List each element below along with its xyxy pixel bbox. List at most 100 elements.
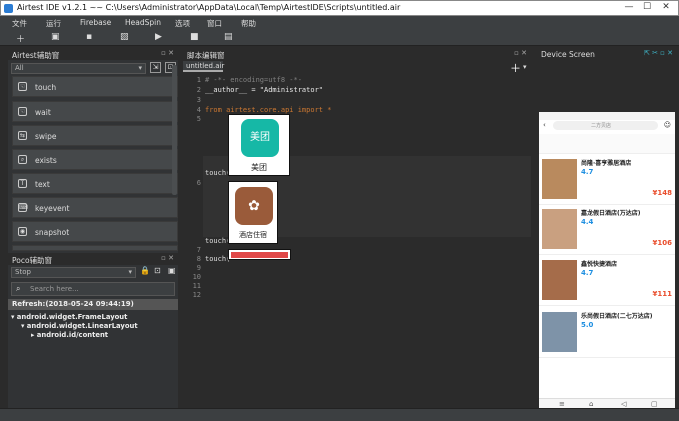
refresh-label: Refresh:(2018-05-24 09:44:19) [12, 300, 134, 308]
inspect-icon[interactable]: ▣ [168, 266, 176, 275]
image-thumbnail-meituan[interactable]: 美团 美团 [228, 114, 290, 176]
action-exists-button[interactable]: ⌕ exists [12, 149, 178, 170]
script-editor-panel: 脚本编辑窗 ▫ ✕ untitled.air ＋ ▾ 1 2 3 4 5 6 7… [183, 48, 531, 408]
phone-screen[interactable]: ‹ 二方贝店 ☺ 尚隆·喜亨雅居酒店 4.7 ¥148 嘉龙假日酒店(万达店) … [539, 112, 675, 410]
menu-window[interactable]: 窗口 [207, 18, 222, 29]
menu-headspin[interactable]: HeadSpin [125, 18, 161, 27]
search-icon: ⌕ [16, 284, 21, 293]
run-icon[interactable]: ▶ [155, 32, 162, 42]
log-icon[interactable]: ▤ [224, 32, 233, 42]
home-icon[interactable]: ⌂ [589, 400, 593, 408]
hand-icon: ☜ [18, 107, 27, 116]
editor-panel-header: 脚本编辑窗 ▫ ✕ [183, 48, 531, 60]
line-number: 1 [196, 76, 201, 84]
hotel-score: 5.0 [581, 321, 594, 329]
save-icon[interactable]: ▪ [86, 32, 92, 42]
action-filter-select[interactable]: All ▾ [11, 63, 146, 74]
phone-filter-bar[interactable] [539, 134, 675, 154]
hotel-photo [542, 209, 577, 249]
menu-bar: 文件 运行 Firebase HeadSpin 选项 窗口 帮助 [0, 16, 679, 30]
menu-help[interactable]: 帮助 [241, 18, 256, 29]
hotel-name: 尚隆·喜亨雅居酒店 [581, 160, 632, 167]
hotel-score: 4.7 [581, 168, 594, 176]
poco-panel-title: Poco辅助窗 [12, 256, 53, 265]
line-number: 3 [196, 96, 201, 104]
user-icon[interactable]: ☺ [664, 121, 671, 129]
panel-controls-icon[interactable]: ▫ ✕ [161, 254, 174, 262]
menu-icon[interactable]: ≡ [559, 400, 565, 408]
hotel-app-icon: ✿ [235, 187, 273, 225]
save-as-icon[interactable]: ▨ [120, 32, 129, 42]
recent-apps-icon[interactable]: ▢ [651, 400, 658, 408]
action-wait-button[interactable]: ☜ wait [12, 101, 178, 122]
action-more-button[interactable] [12, 245, 178, 251]
hotel-name: 鑫悦快捷酒店 [581, 261, 618, 268]
line-number: 4 [196, 106, 201, 114]
code-touch-1: touch( [205, 169, 231, 177]
action-snapshot-button[interactable]: ◉ snapshot [12, 221, 178, 242]
minimize-icon[interactable]: — [620, 2, 638, 12]
hotel-card[interactable]: 嘉龙假日酒店(万达店) 4.4 ¥106 [539, 206, 675, 255]
action-keyevent-button[interactable]: ⌨ keyevent [12, 197, 178, 218]
poco-mode-select[interactable]: Stop ▾ [11, 267, 136, 278]
code-import: from airtest.core.api import * [205, 106, 332, 114]
lock-icon[interactable]: 🔒 [140, 266, 150, 275]
stop-icon[interactable]: ■ [190, 32, 199, 42]
image-thumbnail-button[interactable] [228, 249, 291, 260]
hotel-name: 乐尚假日酒店(二七万达店) [581, 313, 653, 320]
hotel-card[interactable]: 鑫悦快捷酒店 4.7 ¥111 [539, 257, 675, 306]
action-text-button[interactable]: Ttext [12, 173, 178, 194]
panel-controls-icon[interactable]: ▫ ✕ [514, 49, 527, 57]
tree-node-framelayout[interactable]: ▾ android.widget.FrameLayout [11, 313, 127, 321]
new-icon[interactable]: ＋ [16, 32, 25, 45]
search-placeholder: Search here... [30, 285, 79, 293]
tab-untitled[interactable]: untitled.air [183, 61, 225, 72]
menu-file[interactable]: 文件 [12, 18, 27, 29]
tab-label: untitled.air [186, 62, 225, 70]
left-scrollbar[interactable] [172, 65, 177, 195]
tree-node-content[interactable]: ▸ android.id/content [31, 331, 108, 339]
chevron-down-icon: ▾ [138, 64, 142, 72]
chevron-down-icon[interactable]: ▾ [523, 63, 527, 71]
phone-search-bar[interactable]: ‹ 二方贝店 ☺ [539, 120, 675, 132]
action-label: snapshot [35, 228, 70, 237]
menu-firebase[interactable]: Firebase [80, 18, 111, 27]
line-number: 6 [196, 179, 201, 187]
hotel-card[interactable]: 尚隆·喜亨雅居酒店 4.7 ¥148 [539, 156, 675, 205]
menu-options[interactable]: 选项 [175, 18, 190, 29]
panel-controls-icon[interactable]: ▫ ✕ [161, 49, 174, 57]
airtest-panel-header: Airtest辅助窗 ▫ ✕ [8, 48, 178, 60]
action-label: swipe [35, 132, 57, 141]
tree-node-linearlayout[interactable]: ▾ android.widget.LinearLayout [21, 322, 138, 330]
thumbnail-label: 酒店住宿 [239, 231, 267, 239]
hotel-card[interactable]: 乐尚假日酒店(二七万达店) 5.0 [539, 309, 675, 358]
add-image-icon[interactable]: ⇲ [150, 62, 161, 73]
hotel-photo [542, 312, 577, 352]
device-tools-icon[interactable]: ⇱ ✂ ▫ ✕ [644, 49, 673, 57]
phone-status-bar [539, 112, 675, 120]
record-icon[interactable]: ⊡ [154, 266, 161, 275]
image-thumbnail-hotel[interactable]: ✿ 酒店住宿 [228, 181, 278, 244]
poco-search-input[interactable]: ⌕ Search here... [11, 282, 175, 296]
line-number: 8 [196, 255, 201, 263]
open-folder-icon[interactable]: ▣ [51, 32, 60, 42]
line-number: 2 [196, 86, 201, 94]
action-label: keyevent [35, 204, 70, 213]
tree-label: android.widget.FrameLayout [16, 313, 128, 321]
window-titlebar: Airtest IDE v1.2.1 ~~ C:\Users\Administr… [0, 0, 679, 16]
text-icon: T [18, 179, 27, 188]
action-touch-button[interactable]: ☜ touch [12, 76, 178, 97]
close-icon[interactable]: ✕ [657, 2, 675, 12]
back-icon[interactable]: ◁ [621, 400, 626, 408]
maximize-icon[interactable]: ☐ [638, 2, 656, 12]
code-area[interactable]: 1 2 3 4 5 6 7 8 9 10 11 12 # -*- encodin… [183, 72, 531, 408]
meituan-app-icon: 美团 [241, 119, 279, 157]
hand-icon: ☜ [18, 82, 27, 91]
action-swipe-button[interactable]: ⇆ swipe [12, 125, 178, 146]
refresh-bar[interactable]: Refresh:(2018-05-24 09:44:19) [8, 299, 178, 310]
menu-run[interactable]: 运行 [46, 18, 61, 29]
back-icon[interactable]: ‹ [543, 121, 546, 129]
mode-value: Stop [15, 268, 31, 276]
toolbar: ＋ ▣ ▪ ▨ ▶ ■ ▤ [0, 30, 679, 46]
app-logo-icon [4, 4, 13, 13]
